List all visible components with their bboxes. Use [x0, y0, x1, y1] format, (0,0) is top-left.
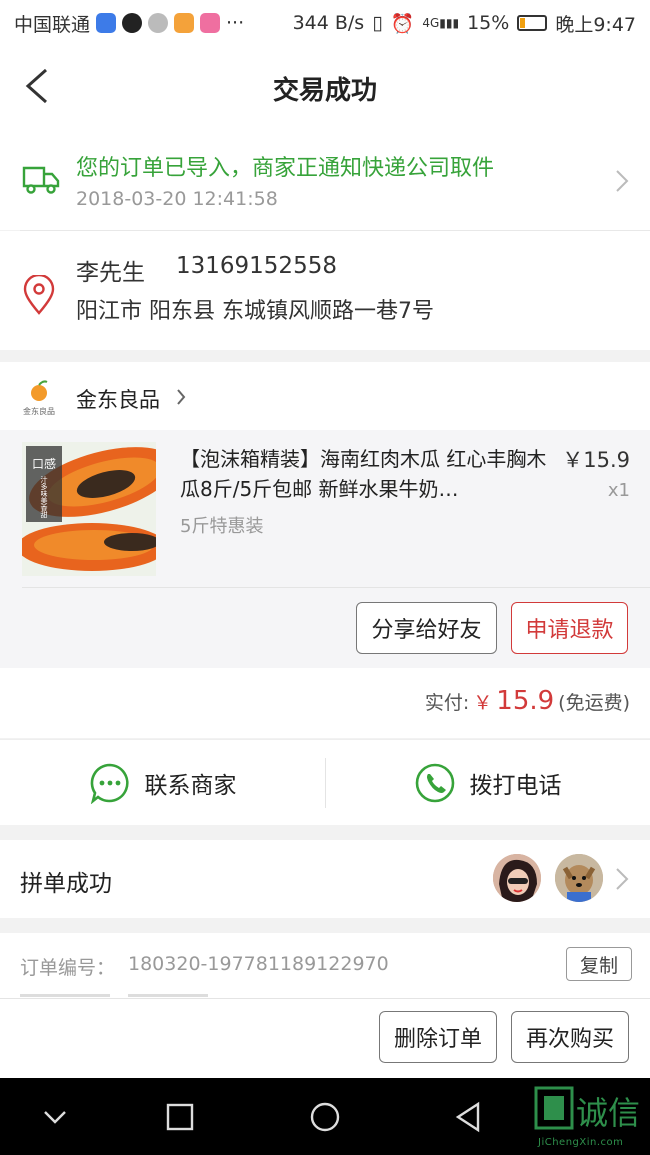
shop-header[interactable]: 金东良品 金东良品	[0, 362, 650, 430]
order-number: 180320-197781189122970	[128, 953, 389, 975]
hide-keyboard-icon[interactable]	[38, 1100, 72, 1134]
total-label: 实付:	[424, 692, 470, 714]
delete-order-button[interactable]: 删除订单	[379, 1011, 497, 1063]
total-note: (免运费)	[558, 692, 630, 714]
shop-name: 金东良品	[76, 388, 160, 412]
chevron-right-icon	[616, 170, 629, 192]
carrier-label: 中国联通	[14, 13, 91, 36]
share-button[interactable]: 分享给好友	[356, 602, 497, 654]
truck-icon	[22, 166, 60, 194]
vibrate-icon: ▯	[372, 12, 383, 34]
battery-percent: 15%	[467, 12, 510, 34]
payment-total: 实付: ￥ 15.9 (免运费)	[0, 668, 650, 738]
bottom-action-bar: 删除订单 再次购买	[0, 998, 650, 1078]
group-buy-label: 拼单成功	[20, 871, 112, 897]
avatar	[493, 854, 541, 902]
contact-merchant-button[interactable]: 联系商家	[0, 740, 325, 826]
copy-button[interactable]: 复制	[566, 947, 632, 981]
chat-icon	[90, 763, 129, 804]
contact-merchant-label: 联系商家	[144, 773, 237, 799]
more-icon: ···	[226, 12, 245, 34]
shield-app-icon	[96, 13, 117, 33]
product-price: ￥15.9	[562, 448, 630, 472]
product-image: 口感 汁多味美香甜	[22, 442, 156, 576]
page-title: 交易成功	[272, 75, 377, 106]
back-icon[interactable]	[20, 66, 60, 106]
product-badge-sub: 汁多味美香甜	[40, 475, 48, 519]
order-number-label: 订单编号：	[20, 957, 116, 979]
logistics-status[interactable]: 您的订单已导入，商家正通知快递公司取件 2018-03-20 12:41:58	[0, 130, 650, 230]
nav-bar: 交易成功	[0, 46, 650, 130]
cartoon-app-icon	[200, 13, 221, 33]
shipping-address: 李先生 13169152558 阳江市 阳东县 东城镇风顺路一巷7号	[0, 231, 650, 350]
tiktok-app-icon	[122, 13, 143, 33]
call-phone-button[interactable]: 拨打电话	[325, 740, 650, 826]
recipient-phone: 13169152558	[176, 253, 337, 279]
rebuy-button[interactable]: 再次购买	[511, 1011, 629, 1063]
watermark-text: 诚信	[576, 1094, 641, 1132]
location-pin-icon	[23, 275, 55, 315]
order-info: 订单编号： 180320-197781189122970 复制	[0, 933, 650, 998]
signal-label: 4G	[422, 16, 440, 30]
status-bar: 中国联通 ··· 344 B/s ▯ ⏰ 4G▮▮▮ 15% 晚上9:47	[0, 0, 650, 46]
home-icon[interactable]	[308, 1100, 342, 1134]
battery-icon	[517, 15, 548, 31]
phone-icon	[415, 763, 454, 803]
video-app-icon	[174, 13, 195, 33]
product-badge: 口感	[32, 456, 56, 471]
net-speed: 344 B/s	[292, 12, 365, 34]
signal-icon: 4G▮▮▮	[422, 16, 460, 30]
product-quantity: x1	[607, 480, 630, 501]
refund-button[interactable]: 申请退款	[511, 602, 628, 654]
total-currency: ￥	[473, 692, 493, 714]
next-row-peek	[20, 987, 220, 997]
back-nav-icon[interactable]	[452, 1100, 486, 1134]
shop-logo-caption: 金东良品	[23, 406, 55, 416]
recents-icon[interactable]	[163, 1100, 197, 1134]
logistics-message: 您的订单已导入，商家正通知快递公司取件	[76, 156, 495, 181]
product-title: 【泡沫箱精装】海南红肉木瓜 红心丰胸木瓜8斤/5斤包邮 新鲜水果牛奶…	[180, 447, 547, 501]
watermark-subtext: JiChengXin.com	[538, 1137, 624, 1148]
logistics-time: 2018-03-20 12:41:58	[76, 188, 278, 210]
shop-logo: 金东良品	[23, 380, 55, 416]
contact-bar: 联系商家 拨打电话	[0, 739, 650, 825]
recipient-name: 李先生	[76, 260, 145, 286]
wechat-app-icon	[148, 13, 169, 33]
avatar	[555, 854, 603, 902]
alarm-icon: ⏰	[390, 12, 415, 35]
product-item[interactable]: 口感 汁多味美香甜 【泡沫箱精装】海南红肉木瓜 红心丰胸木瓜8斤/5斤包邮 新鲜…	[0, 430, 650, 668]
total-amount: 15.9	[496, 686, 555, 716]
clock: 晚上9:47	[555, 13, 636, 36]
chevron-right-icon	[177, 389, 186, 405]
address-detail: 阳江市 阳东县 东城镇风顺路一巷7号	[76, 299, 434, 324]
product-spec: 5斤特惠装	[180, 516, 264, 537]
chevron-right-icon	[616, 868, 629, 890]
call-phone-label: 拨打电话	[469, 773, 562, 799]
group-buy-row[interactable]: 拼单成功	[0, 840, 650, 918]
divider	[22, 587, 650, 588]
